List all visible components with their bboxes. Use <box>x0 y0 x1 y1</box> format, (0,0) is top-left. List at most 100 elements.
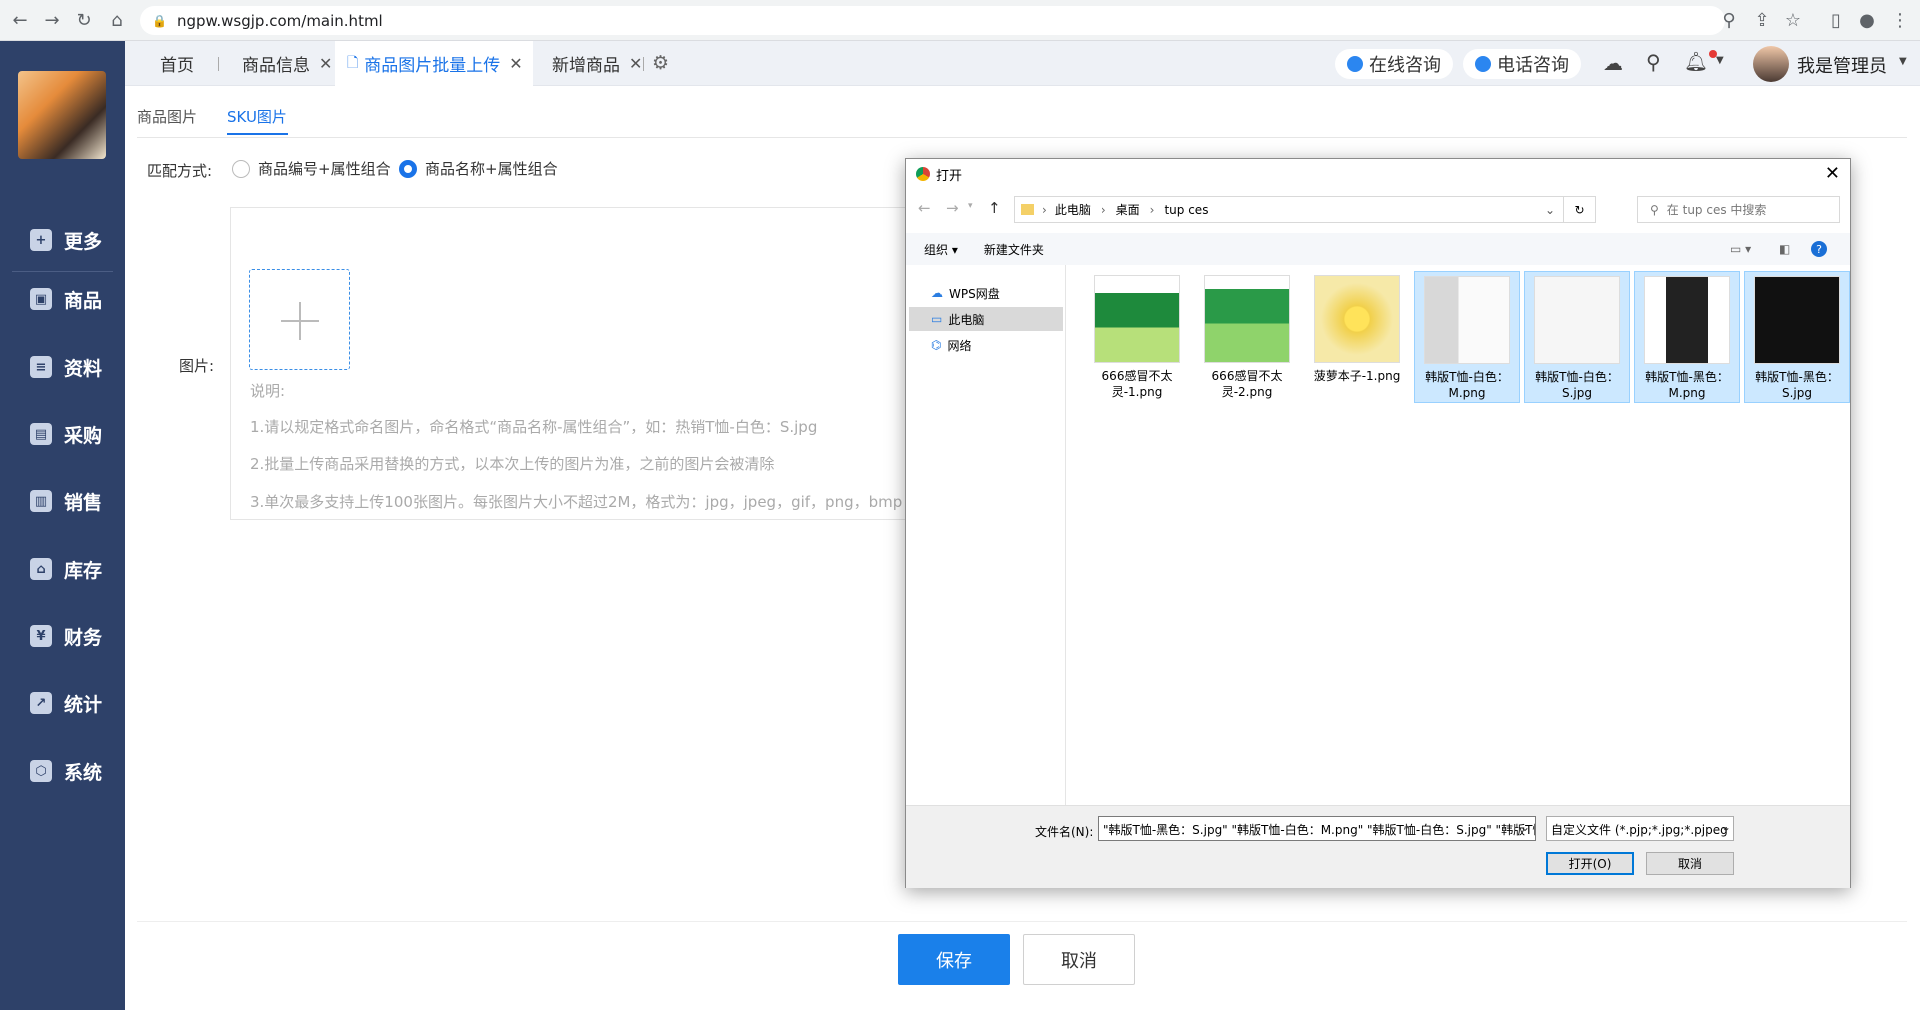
tab-product-info[interactable]: 商品信息 ✕ <box>242 41 332 86</box>
sidebar-item-stats[interactable]: ↗ 统计 <box>0 678 125 728</box>
address-path[interactable]: › 此电脑 › 桌面 › tup ces ⌄ ↻ <box>1014 196 1596 223</box>
network-icon: ⌬ <box>931 338 942 352</box>
search-icon[interactable]: ⚲ <box>1646 50 1661 74</box>
chevron-down-icon[interactable]: ⌄ <box>1545 203 1555 217</box>
nav-item-this-pc[interactable]: ▭ 此电脑 <box>909 307 1063 331</box>
path-segment[interactable]: 此电脑 <box>1055 201 1091 218</box>
help-icon[interactable]: ? <box>1811 241 1827 257</box>
chevron-down-icon[interactable]: ▼ <box>1716 55 1724 66</box>
subtab-sku-images[interactable]: SKU图片 <box>227 106 287 127</box>
user-name[interactable]: 我是管理员 <box>1797 52 1887 78</box>
sidebar-item-inventory[interactable]: ⌂ 库存 <box>0 544 125 594</box>
tab-batch-upload[interactable]: 🗋 商品图片批量上传 ✕ <box>335 41 533 86</box>
up-icon[interactable]: ↑ <box>988 199 1001 217</box>
tab-bar: 首页 商品信息 ✕ 🗋 商品图片批量上传 ✕ 新增商品 ✕ ⚙ 在线咨询 电话咨询 ☁ … <box>125 41 1920 86</box>
chevron-down-icon[interactable]: ⌄ <box>1520 820 1530 834</box>
document-icon: ≡ <box>30 356 52 378</box>
bell-icon[interactable]: 🔔︎ <box>1684 50 1708 73</box>
sidepanel-icon[interactable]: ▯ <box>1824 8 1848 32</box>
home-icon[interactable]: ⌂ <box>105 8 129 32</box>
file-type-select[interactable]: 自定义文件 (*.pjp;*.jpg;*.pjpeg <box>1546 816 1734 841</box>
forward-icon[interactable]: → <box>946 199 959 217</box>
menu-icon[interactable]: ⋮ <box>1888 8 1912 32</box>
new-folder-button[interactable]: 新建文件夹 <box>984 241 1044 258</box>
reload-icon[interactable]: ↻ <box>72 8 96 32</box>
file-item[interactable]: 666感冒不太灵-1.png <box>1084 271 1190 403</box>
close-icon[interactable]: ✕ <box>1825 163 1840 184</box>
sidebar-item-finance[interactable]: ¥ 财务 <box>0 611 125 661</box>
sidebar-item-label: 系统 <box>64 761 103 784</box>
upload-button[interactable] <box>249 269 350 370</box>
refresh-icon[interactable]: ↻ <box>1563 197 1595 222</box>
share-icon[interactable]: ⇪ <box>1750 8 1774 32</box>
tab-label: 商品信息 <box>242 56 310 76</box>
cancel-button[interactable]: 取消 <box>1023 934 1135 985</box>
sidebar-item-goods[interactable]: ▣ 商品 <box>0 274 125 324</box>
chevron-down-icon[interactable]: ⌄ <box>1721 820 1731 834</box>
nav-label: 此电脑 <box>948 312 985 327</box>
back-icon[interactable]: ← <box>918 199 931 217</box>
file-item[interactable]: 韩版T恤-白色：S.jpg <box>1524 271 1630 403</box>
file-item[interactable]: 韩版T恤-白色：M.png <box>1414 271 1520 403</box>
tab-new-product[interactable]: 新增商品 ✕ <box>552 41 642 86</box>
cloud-icon[interactable]: ☁ <box>1603 51 1623 75</box>
file-item[interactable]: 韩版T恤-黑色：M.png <box>1634 271 1740 403</box>
sidebar-item-purchase[interactable]: ▤ 采购 <box>0 409 125 459</box>
filename-label: 文件名(N): <box>1035 825 1094 839</box>
file-item[interactable]: 菠萝本子-1.png <box>1304 271 1410 403</box>
match-option-code[interactable]: 商品编号+属性组合 <box>232 158 391 179</box>
save-button[interactable]: 保存 <box>898 934 1010 985</box>
preview-pane-icon[interactable]: ◧ <box>1779 242 1790 256</box>
close-icon[interactable]: ✕ <box>319 54 332 73</box>
path-segment[interactable]: 桌面 <box>1116 201 1140 218</box>
tab-label: 新增商品 <box>552 56 620 76</box>
open-button[interactable]: 打开(O) <box>1546 852 1634 875</box>
settings-icon[interactable]: ⚙ <box>652 52 669 74</box>
profile-icon[interactable]: ● <box>1855 8 1879 32</box>
subtab-underline <box>227 133 288 135</box>
book-icon: ▤ <box>30 423 52 445</box>
file-thumbnail <box>1314 275 1400 363</box>
chat-icon <box>1347 56 1363 72</box>
nav-item-wps[interactable]: ☁ WPS网盘 <box>909 281 1063 305</box>
avatar[interactable] <box>1753 46 1789 82</box>
path-segment[interactable]: tup ces <box>1164 203 1208 217</box>
match-option-label: 商品编号+属性组合 <box>258 160 391 178</box>
organize-label: 组织 <box>924 242 949 257</box>
radio-unchecked[interactable] <box>232 159 250 178</box>
sidebar-item-more[interactable]: + 更多 <box>0 215 125 265</box>
search-input[interactable]: ⚲ 在 tup ces 中搜索 <box>1637 196 1840 223</box>
address-bar[interactable]: 🔒 ngpw.wsgjp.com/main.html <box>140 6 1725 35</box>
close-icon[interactable]: ✕ <box>509 54 522 73</box>
file-thumbnail <box>1094 275 1180 363</box>
view-icon[interactable]: ▭ ▾ <box>1730 242 1751 256</box>
notes-title: 说明: <box>250 382 286 400</box>
star-icon[interactable]: ☆ <box>1781 8 1805 32</box>
tab-home[interactable]: 首页 <box>160 41 194 86</box>
file-item[interactable]: 韩版T恤-黑色：S.jpg <box>1744 271 1850 403</box>
chevron-down-icon[interactable]: ▾ <box>968 201 973 211</box>
organize-button[interactable]: 组织 ▾ <box>924 241 958 258</box>
chevron-down-icon[interactable]: ▼ <box>1899 56 1907 67</box>
dialog-cancel-button[interactable]: 取消 <box>1646 852 1734 875</box>
sidebar-item-system[interactable]: ⬡ 系统 <box>0 746 125 796</box>
phone-consult-button[interactable]: 电话咨询 <box>1463 49 1581 79</box>
radio-checked[interactable] <box>399 159 417 178</box>
sidebar-item-data[interactable]: ≡ 资料 <box>0 342 125 392</box>
subtab-product-images[interactable]: 商品图片 <box>137 106 197 127</box>
match-option-name[interactable]: 商品名称+属性组合 <box>399 158 558 179</box>
forward-icon[interactable]: → <box>40 8 64 32</box>
file-item[interactable]: 666感冒不太灵-2.png <box>1194 271 1300 403</box>
tab-label: 首页 <box>160 56 194 76</box>
online-consult-button[interactable]: 在线咨询 <box>1335 49 1453 79</box>
nav-item-network[interactable]: ⌬ 网络 <box>909 333 1063 357</box>
url-text: ngpw.wsgjp.com/main.html <box>176 11 383 30</box>
sidebar-item-sales[interactable]: ▥ 销售 <box>0 476 125 526</box>
trend-icon: ↗ <box>30 692 52 714</box>
close-icon[interactable]: ✕ <box>629 54 642 73</box>
match-option-label: 商品名称+属性组合 <box>425 160 558 178</box>
filename-input[interactable]: "韩版T恤-黑色：S.jpg" "韩版T恤-白色：M.png" "韩版T恤-白色… <box>1098 816 1536 841</box>
sidebar-item-label: 库存 <box>64 559 103 582</box>
zoom-icon[interactable]: ⚲ <box>1717 8 1741 32</box>
back-icon[interactable]: ← <box>8 8 32 32</box>
